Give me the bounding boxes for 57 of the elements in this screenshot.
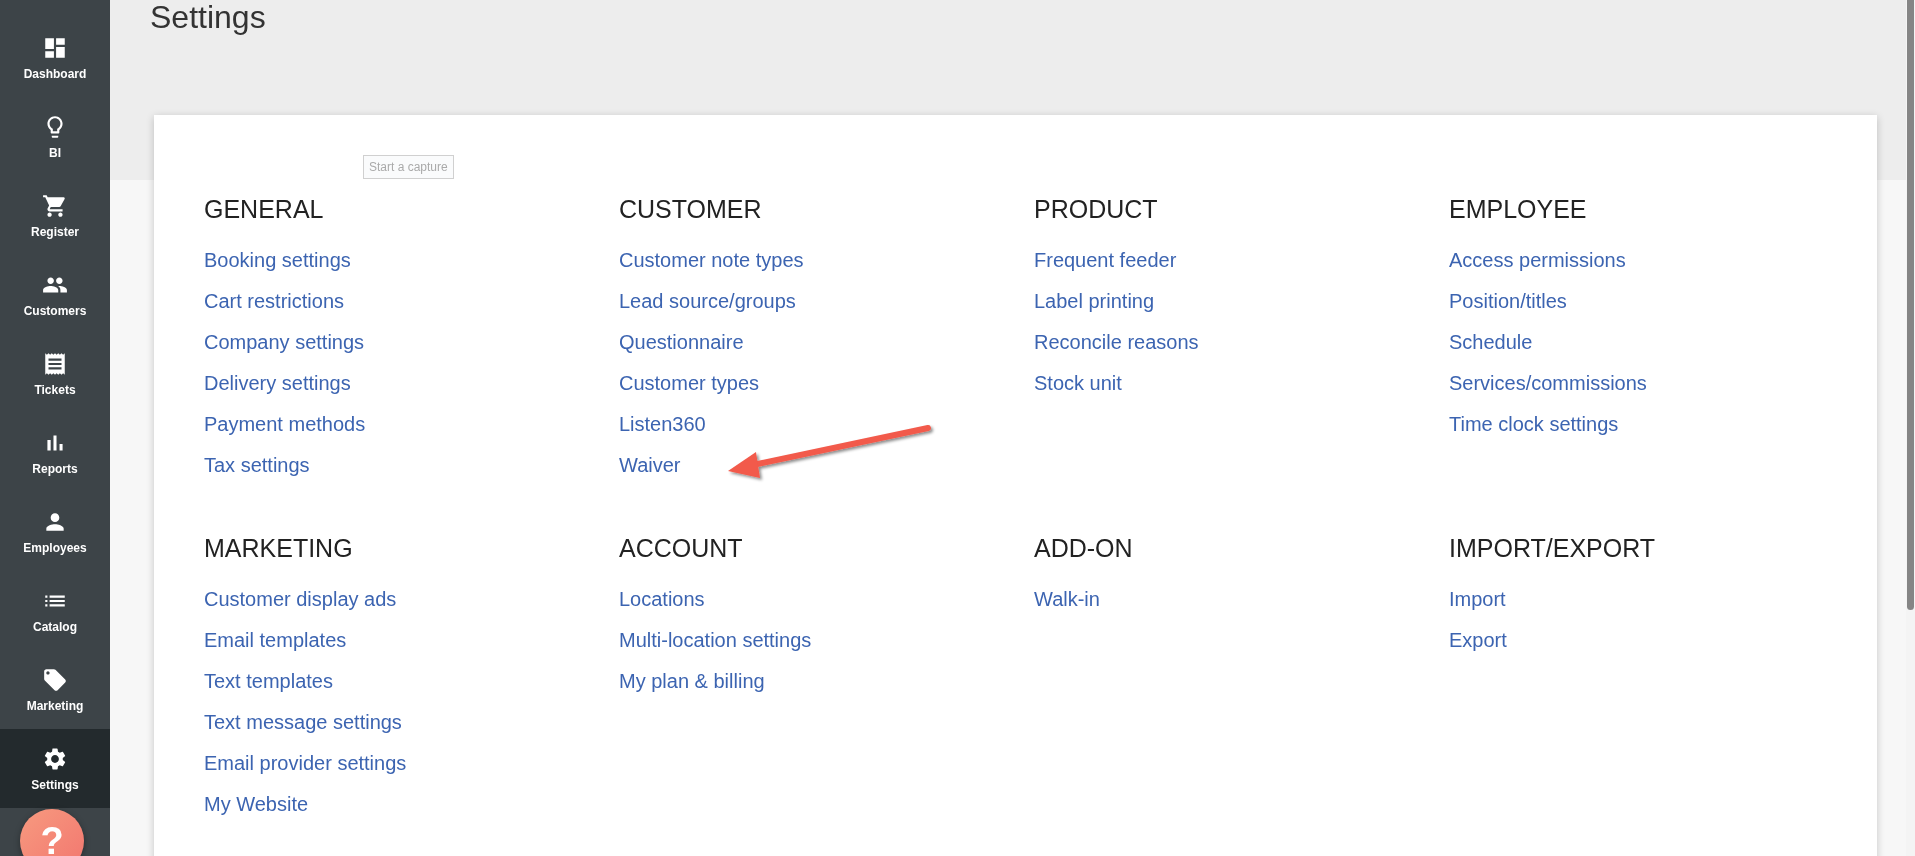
settings-link[interactable]: Walk-in bbox=[1034, 579, 1100, 620]
sidebar-item[interactable]: Settings bbox=[0, 729, 110, 808]
settings-link[interactable]: My plan & billing bbox=[619, 661, 765, 702]
section-heading: PRODUCT bbox=[1034, 194, 1158, 225]
section-heading: EMPLOYEE bbox=[1449, 194, 1587, 225]
sidebar-item[interactable]: BI bbox=[0, 97, 110, 176]
sidebar-item[interactable]: Dashboard bbox=[0, 18, 110, 97]
settings-link[interactable]: Time clock settings bbox=[1449, 404, 1619, 445]
settings-link[interactable]: Schedule bbox=[1449, 322, 1533, 363]
sidebar-item[interactable]: Customers bbox=[0, 255, 110, 334]
receipt-icon bbox=[42, 350, 68, 377]
sidebar-item[interactable]: Marketing bbox=[0, 650, 110, 729]
cart-icon bbox=[42, 192, 68, 219]
settings-link[interactable]: Customer display ads bbox=[204, 579, 397, 620]
sidebar-item[interactable]: Tickets bbox=[0, 334, 110, 413]
settings-link[interactable]: Multi-location settings bbox=[619, 620, 812, 661]
settings-link[interactable]: Stock unit bbox=[1034, 363, 1122, 404]
settings-link[interactable]: Email provider settings bbox=[204, 743, 407, 784]
section-heading: ADD-ON bbox=[1034, 533, 1133, 564]
settings-link[interactable]: Email templates bbox=[204, 620, 347, 661]
settings-link[interactable]: Position/titles bbox=[1449, 281, 1567, 322]
settings-link[interactable]: Delivery settings bbox=[204, 363, 351, 404]
section-heading: GENERAL bbox=[204, 194, 324, 225]
section-heading: IMPORT/EXPORT bbox=[1449, 533, 1656, 564]
settings-link[interactable]: Reconcile reasons bbox=[1034, 322, 1199, 363]
tag-icon bbox=[42, 666, 68, 693]
settings-link[interactable]: Questionnaire bbox=[619, 322, 744, 363]
sidebar-item[interactable]: Catalog bbox=[0, 571, 110, 650]
settings-link[interactable]: Payment methods bbox=[204, 404, 366, 445]
sidebar-item[interactable]: Register bbox=[0, 176, 110, 255]
settings-link[interactable]: Text message settings bbox=[204, 702, 402, 743]
section-heading: MARKETING bbox=[204, 533, 353, 564]
settings-link[interactable]: Listen360 bbox=[619, 404, 706, 445]
settings-link[interactable]: My Website bbox=[204, 784, 309, 825]
scrollbar-thumb[interactable] bbox=[1907, 0, 1914, 610]
settings-link[interactable]: Frequent feeder bbox=[1034, 240, 1177, 281]
section-heading: ACCOUNT bbox=[619, 533, 743, 564]
settings-link[interactable]: Company settings bbox=[204, 322, 365, 363]
settings-link[interactable]: Customer types bbox=[619, 363, 760, 404]
settings-link[interactable]: Locations bbox=[619, 579, 705, 620]
capture-tooltip: Start a capture bbox=[363, 155, 454, 179]
settings-link[interactable]: Label printing bbox=[1034, 281, 1155, 322]
settings-link[interactable]: Access permissions bbox=[1449, 240, 1626, 281]
page-title: Settings bbox=[150, 0, 267, 34]
settings-link[interactable]: Tax settings bbox=[204, 445, 310, 486]
settings-link[interactable]: Text templates bbox=[204, 661, 333, 702]
settings-link[interactable]: Import bbox=[1449, 579, 1506, 620]
sidebar-item[interactable]: Employees bbox=[0, 492, 110, 571]
settings-link[interactable]: Cart restrictions bbox=[204, 281, 345, 322]
settings-link[interactable]: Waiver bbox=[619, 445, 681, 486]
sidebar-item[interactable]: Reports bbox=[0, 413, 110, 492]
settings-link[interactable]: Customer note types bbox=[619, 240, 804, 281]
settings-link[interactable]: Booking settings bbox=[204, 240, 351, 281]
settings-link[interactable]: Services/commissions bbox=[1449, 363, 1647, 404]
settings-link[interactable]: Export bbox=[1449, 620, 1507, 661]
settings-link[interactable]: Lead source/groups bbox=[619, 281, 796, 322]
section-heading: CUSTOMER bbox=[619, 194, 762, 225]
